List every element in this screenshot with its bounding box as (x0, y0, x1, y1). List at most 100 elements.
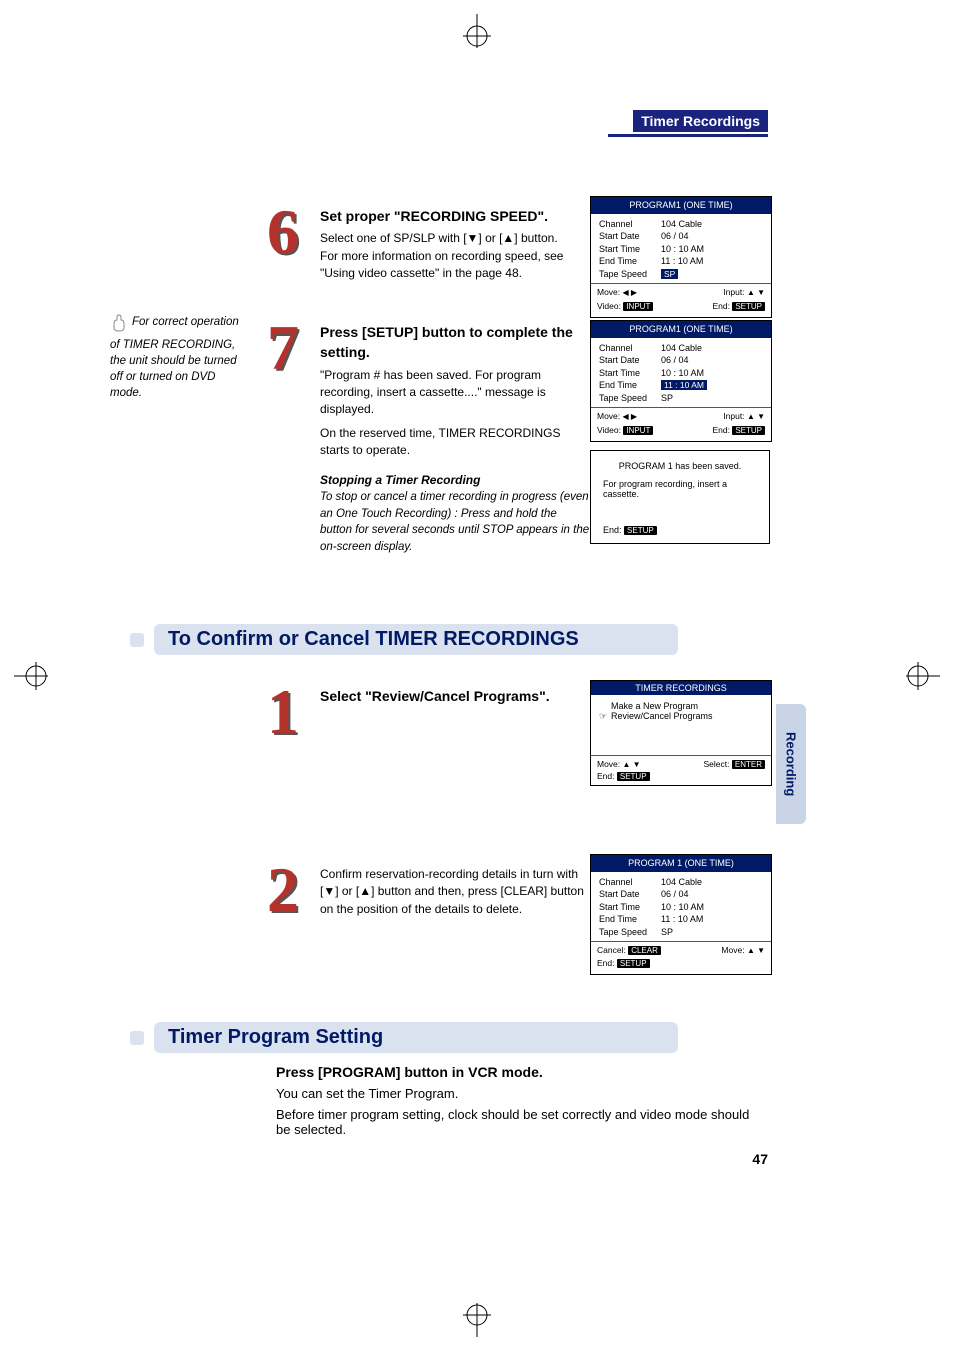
tip-aside: For correct operation of TIMER RECORDING… (110, 314, 240, 401)
clear-btn-icon: CLEAR (628, 946, 661, 955)
osd-menu-title: TIMER RECORDINGS (591, 681, 771, 695)
enter-btn-icon: ENTER (732, 760, 765, 769)
osd7-r2-value: 10 : 10 AM (661, 367, 763, 380)
bottom-title: Press [PROGRAM] button in VCR mode. (276, 1064, 766, 1080)
step7-italic: To stop or cancel a timer recording in p… (320, 489, 590, 556)
osd7-end-lbl: End: (712, 425, 730, 435)
up-down-icon: ▲ ▼ (747, 287, 765, 298)
osd7-r2-label: Start Time (599, 367, 661, 380)
crop-mark-bottom (457, 1303, 497, 1337)
left-right-icon: ◀ ▶ (623, 411, 638, 422)
osdc-r3-label: End Time (599, 913, 661, 926)
osd6-video-lbl: Video: (597, 301, 621, 311)
setup-btn-icon: SETUP (617, 772, 650, 781)
menu-end-lbl: End: (597, 771, 615, 781)
setup-btn-icon: SETUP (732, 302, 765, 311)
up-down-icon: ▲ ▼ (623, 760, 641, 769)
step-number-6: 6 (258, 200, 308, 264)
tip-text: For correct operation of TIMER RECORDING… (110, 316, 239, 399)
osd6-r0-label: Channel (599, 218, 661, 231)
osdc-r0-value: 104 Cable (661, 876, 763, 889)
step-number-7: 7 (258, 316, 308, 380)
step-number-2b: 2 (258, 858, 308, 922)
osdc-r3-value: 11 : 10 AM (661, 913, 763, 926)
osd6-r3-value: 11 : 10 AM (661, 255, 763, 268)
osd7-r0-label: Channel (599, 342, 661, 355)
sidebar-tab-recording: Recording (776, 704, 806, 824)
left-right-icon: ◀ ▶ (623, 287, 638, 298)
osd6-r0-value: 104 Cable (661, 218, 763, 231)
osd7-video-lbl: Video: (597, 425, 621, 435)
input-btn-icon: INPUT (623, 426, 653, 435)
osd7-title: PROGRAM1 (ONE TIME) (591, 321, 771, 338)
osd-program1-step7: PROGRAM1 (ONE TIME) Channel104 Cable Sta… (590, 320, 772, 442)
osdc-r1-label: Start Date (599, 888, 661, 901)
osd7-r0-value: 104 Cable (661, 342, 763, 355)
osd6-r2-value: 10 : 10 AM (661, 243, 763, 256)
menu-move-lbl: Move: (597, 759, 620, 769)
header-rule (608, 134, 768, 137)
step1b-title: Select "Review/Cancel Programs". (320, 686, 550, 706)
osdc-r4-label: Tape Speed (599, 926, 661, 939)
osdc-r2-label: Start Time (599, 901, 661, 914)
osd6-r4-label: Tape Speed (599, 268, 661, 281)
menu-item-new: Make a New Program (611, 701, 698, 711)
osd-program1-step6: PROGRAM1 (ONE TIME) Channel104 Cable Sta… (590, 196, 772, 318)
osd-saved-message: PROGRAM 1 has been saved. For program re… (590, 450, 770, 544)
osd6-move-lbl: Move: (597, 287, 620, 297)
setup-btn-icon: SETUP (617, 959, 650, 968)
hand-icon (110, 314, 128, 337)
step7-line1: "Program # has been saved. For program r… (320, 367, 590, 419)
menu-select-lbl: Select: (704, 759, 730, 769)
osd6-title: PROGRAM1 (ONE TIME) (591, 197, 771, 214)
osd7-r3-label: End Time (599, 379, 661, 392)
step6-line2: For more information on recording speed,… (320, 248, 590, 283)
osd6-r2-label: Start Time (599, 243, 661, 256)
osd6-end-lbl: End: (712, 301, 730, 311)
bottom-line1: You can set the Timer Program. (276, 1086, 766, 1101)
osd6-r1-value: 06 / 04 (661, 230, 763, 243)
section-confirm-title: To Confirm or Cancel TIMER RECORDINGS (154, 624, 678, 655)
osd-msg-line2: For program recording, insert a cassette… (603, 479, 757, 499)
osdc-move-lbl: Move: (721, 945, 744, 955)
section-bullet (130, 633, 144, 647)
osd-program1-confirm: PROGRAM 1 (ONE TIME) Channel104 Cable St… (590, 854, 772, 975)
osdc-cancel-lbl: Cancel: (597, 945, 626, 955)
up-down-icon: ▲ ▼ (747, 411, 765, 422)
osd-timer-menu: TIMER RECORDINGS Make a New Program ☞Rev… (590, 680, 772, 786)
step2b-text: Confirm reservation-recording details in… (320, 866, 590, 918)
osdc-r1-value: 06 / 04 (661, 888, 763, 901)
osd6-r1-label: Start Date (599, 230, 661, 243)
crop-mark-left (14, 656, 48, 696)
osd-msg-end-lbl: End: (603, 525, 622, 535)
osd6-r4-value: SP (661, 269, 678, 279)
step7-subtitle: Stopping a Timer Recording (320, 472, 590, 489)
step-number-1b: 1 (258, 680, 308, 744)
step7-title: Press [SETUP] button to complete the set… (320, 322, 590, 363)
osdc-title: PROGRAM 1 (ONE TIME) (591, 855, 771, 872)
step6-title: Set proper "RECORDING SPEED". (320, 206, 590, 226)
osd7-r4-label: Tape Speed (599, 392, 661, 405)
bottom-line2: Before timer program setting, clock shou… (276, 1107, 766, 1137)
osd7-r1-label: Start Date (599, 354, 661, 367)
setup-btn-icon: SETUP (732, 426, 765, 435)
up-down-icon: ▲ ▼ (747, 945, 765, 956)
osd6-r3-label: End Time (599, 255, 661, 268)
osd-msg-line1: PROGRAM 1 has been saved. (603, 461, 757, 471)
osd7-r3-value: 11 : 10 AM (661, 380, 707, 390)
menu-item-review: Review/Cancel Programs (611, 711, 713, 721)
osd7-r1-value: 06 / 04 (661, 354, 763, 367)
osd7-r4-value: SP (661, 392, 763, 405)
section-bullet (130, 1031, 144, 1045)
osdc-end-lbl: End: (597, 958, 615, 968)
osdc-r2-value: 10 : 10 AM (661, 901, 763, 914)
osd7-move-lbl: Move: (597, 411, 620, 421)
step6-line1: Select one of SP/SLP with [▼] or [▲] but… (320, 230, 590, 247)
crop-mark-top (457, 14, 497, 48)
setup-btn-icon: SETUP (624, 526, 657, 535)
step7-line2: On the reserved time, TIMER RECORDINGS s… (320, 425, 590, 460)
sidebar-label: Recording (784, 732, 799, 796)
osd7-input-lbl: Input: (723, 411, 744, 421)
section-timer-title: Timer Program Setting (154, 1022, 678, 1053)
crop-mark-right (906, 656, 940, 696)
